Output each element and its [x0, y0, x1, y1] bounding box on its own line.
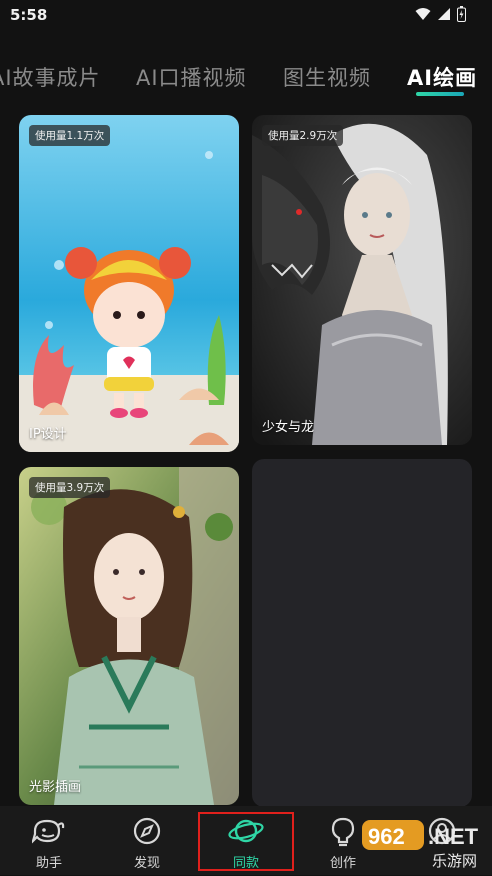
nav-label: 发现 [133, 856, 160, 871]
card-title: 少女与龙 [262, 420, 315, 435]
nav-item-assistant[interactable]: 助手 [9, 806, 89, 875]
battery-icon [457, 6, 466, 22]
template-card-ip-design[interactable]: 使用量1.1万次 IP设计 [19, 115, 239, 452]
template-card-placeholder [252, 459, 472, 807]
bulb-icon [331, 817, 355, 847]
nav-label: 助手 [35, 856, 62, 871]
svg-text:.NET: .NET [428, 824, 479, 849]
template-card-light-illustration[interactable]: 使用量3.9万次 光影插画 [19, 467, 239, 805]
usage-badge: 使用量1.1万次 [29, 125, 111, 146]
tab-ai-painting[interactable]: AI绘画 [407, 62, 477, 92]
whale-icon [32, 819, 65, 844]
status-bar: 5:58 [0, 0, 492, 30]
wifi-icon [415, 8, 431, 20]
tab-ai-story[interactable]: AI故事成片 [0, 62, 101, 92]
highlight-annotation [198, 812, 294, 871]
usage-badge: 使用量2.9万次 [262, 125, 344, 146]
card-title: 光影插画 [29, 780, 82, 795]
card-image-light-illustration [19, 467, 239, 805]
signal-icon [438, 8, 450, 20]
usage-badge: 使用量3.9万次 [29, 477, 111, 498]
compass-icon [133, 817, 161, 845]
nav-item-discover[interactable]: 发现 [107, 806, 187, 875]
tab-image-to-video[interactable]: 图生视频 [283, 62, 371, 92]
card-title: IP设计 [29, 427, 67, 442]
svg-text:962: 962 [368, 824, 405, 849]
template-card-girl-dragon[interactable]: 使用量2.9万次 少女与龙 [252, 115, 472, 445]
card-image-ip-design [19, 115, 239, 452]
status-time: 5:58 [10, 6, 48, 24]
card-image-girl-dragon [252, 115, 472, 445]
svg-text:乐游网: 乐游网 [432, 852, 477, 870]
status-icons [415, 6, 466, 22]
watermark-logo: 962 .NET 乐游网 [360, 816, 492, 872]
tab-ai-broadcast[interactable]: AI口播视频 [136, 62, 247, 92]
active-tab-indicator [416, 92, 464, 96]
